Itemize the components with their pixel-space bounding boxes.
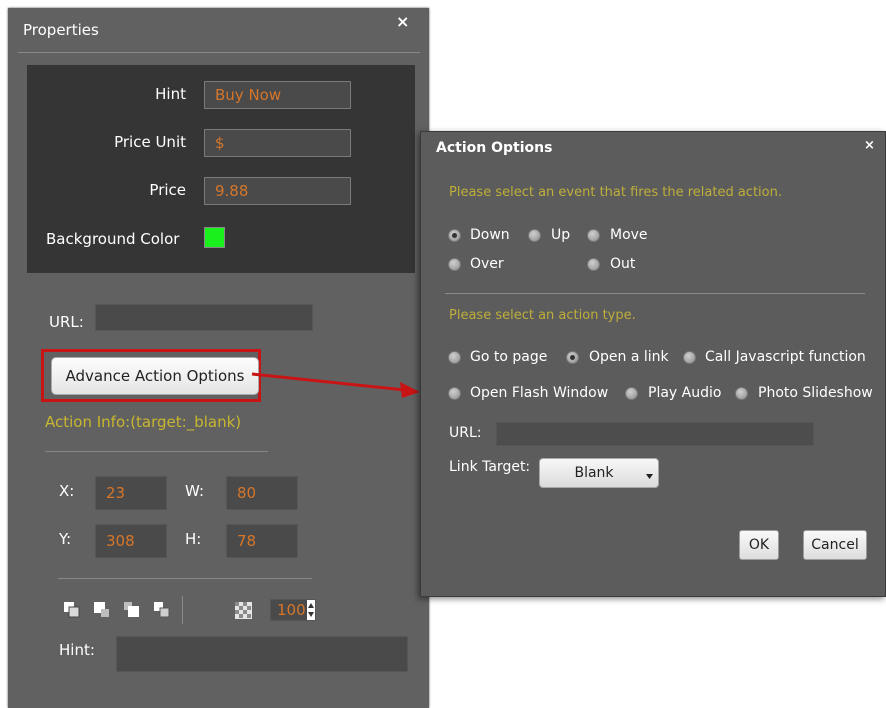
event-down-radio[interactable] [448, 229, 461, 242]
y-field[interactable]: 308 [95, 524, 167, 558]
action-prompt: Please select an action type. [449, 308, 636, 323]
bring-to-front-icon[interactable] [63, 601, 80, 618]
opacity-icon [235, 602, 252, 619]
close-icon[interactable]: × [864, 138, 875, 153]
action-open-flash-window-radio[interactable] [448, 387, 461, 400]
divider [18, 52, 420, 53]
action-options-dialog: Action Options × Please select an event … [420, 131, 886, 597]
w-label: W: [185, 482, 205, 500]
send-to-back-icon[interactable] [93, 601, 110, 618]
event-up-radio[interactable] [528, 229, 541, 242]
dialog-url-label: URL: [449, 425, 482, 441]
x-field[interactable]: 23 [95, 476, 167, 510]
price-unit-field[interactable]: $ [204, 129, 351, 157]
send-backward-icon[interactable] [153, 601, 170, 618]
event-label: Move [610, 227, 648, 243]
action-label: Play Audio [648, 385, 722, 401]
url-field[interactable] [95, 304, 313, 331]
event-move-radio[interactable] [587, 229, 600, 242]
h-field[interactable]: 78 [226, 524, 298, 558]
action-open-link-radio[interactable] [566, 351, 579, 364]
divider [58, 578, 312, 579]
event-label: Down [470, 227, 510, 243]
ok-button[interactable]: OK [739, 530, 779, 560]
event-prompt: Please select an event that fires the re… [449, 185, 782, 200]
properties-panel: Properties × Hint Buy Now Price Unit $ P… [8, 8, 429, 708]
dialog-title: Action Options [436, 140, 553, 156]
price-label: Price [149, 181, 186, 199]
bottom-hint-field[interactable] [116, 636, 408, 672]
event-label: Up [551, 227, 571, 243]
action-photo-slideshow-radio[interactable] [735, 387, 748, 400]
event-out-radio[interactable] [587, 258, 600, 271]
action-label: Open a link [589, 349, 669, 365]
hint-label: Hint [155, 85, 186, 103]
link-target-label: Link Target: [449, 459, 531, 475]
action-info-text: Action Info:(target:_blank) [45, 413, 242, 431]
bottom-hint-label: Hint: [59, 641, 95, 659]
price-unit-label: Price Unit [114, 133, 186, 151]
x-label: X: [59, 482, 75, 500]
dialog-url-field[interactable] [496, 422, 814, 446]
divider [45, 451, 268, 452]
y-label: Y: [59, 530, 72, 548]
action-call-javascript-radio[interactable] [683, 351, 696, 364]
toolbar-divider [182, 596, 183, 624]
action-label: Photo Slideshow [758, 385, 873, 401]
url-label: URL: [49, 313, 84, 331]
action-play-audio-radio[interactable] [625, 387, 638, 400]
divider [445, 293, 865, 294]
background-color-label: Background Color [46, 230, 180, 248]
opacity-stepper-icon[interactable] [307, 600, 315, 620]
pointer-arrow [251, 372, 420, 398]
panel-title: Properties [23, 21, 99, 39]
price-field[interactable]: 9.88 [204, 177, 351, 205]
action-label: Go to page [470, 349, 548, 365]
event-over-radio[interactable] [448, 258, 461, 271]
advance-action-options-button[interactable]: Advance Action Options [51, 357, 259, 395]
event-label: Out [610, 256, 636, 272]
action-label: Open Flash Window [470, 385, 609, 401]
close-icon[interactable]: × [396, 12, 409, 31]
h-label: H: [185, 530, 202, 548]
w-field[interactable]: 80 [226, 476, 298, 510]
action-label: Call Javascript function [705, 349, 866, 365]
action-go-to-page-radio[interactable] [448, 351, 461, 364]
cancel-button[interactable]: Cancel [803, 530, 867, 560]
hint-field[interactable]: Buy Now [204, 81, 351, 109]
chevron-down-icon [646, 474, 653, 479]
link-target-value: Blank [574, 465, 614, 481]
event-label: Over [470, 256, 504, 272]
bring-forward-icon[interactable] [123, 601, 140, 618]
link-target-dropdown[interactable]: Blank [539, 458, 659, 488]
background-color-swatch[interactable] [204, 227, 225, 248]
